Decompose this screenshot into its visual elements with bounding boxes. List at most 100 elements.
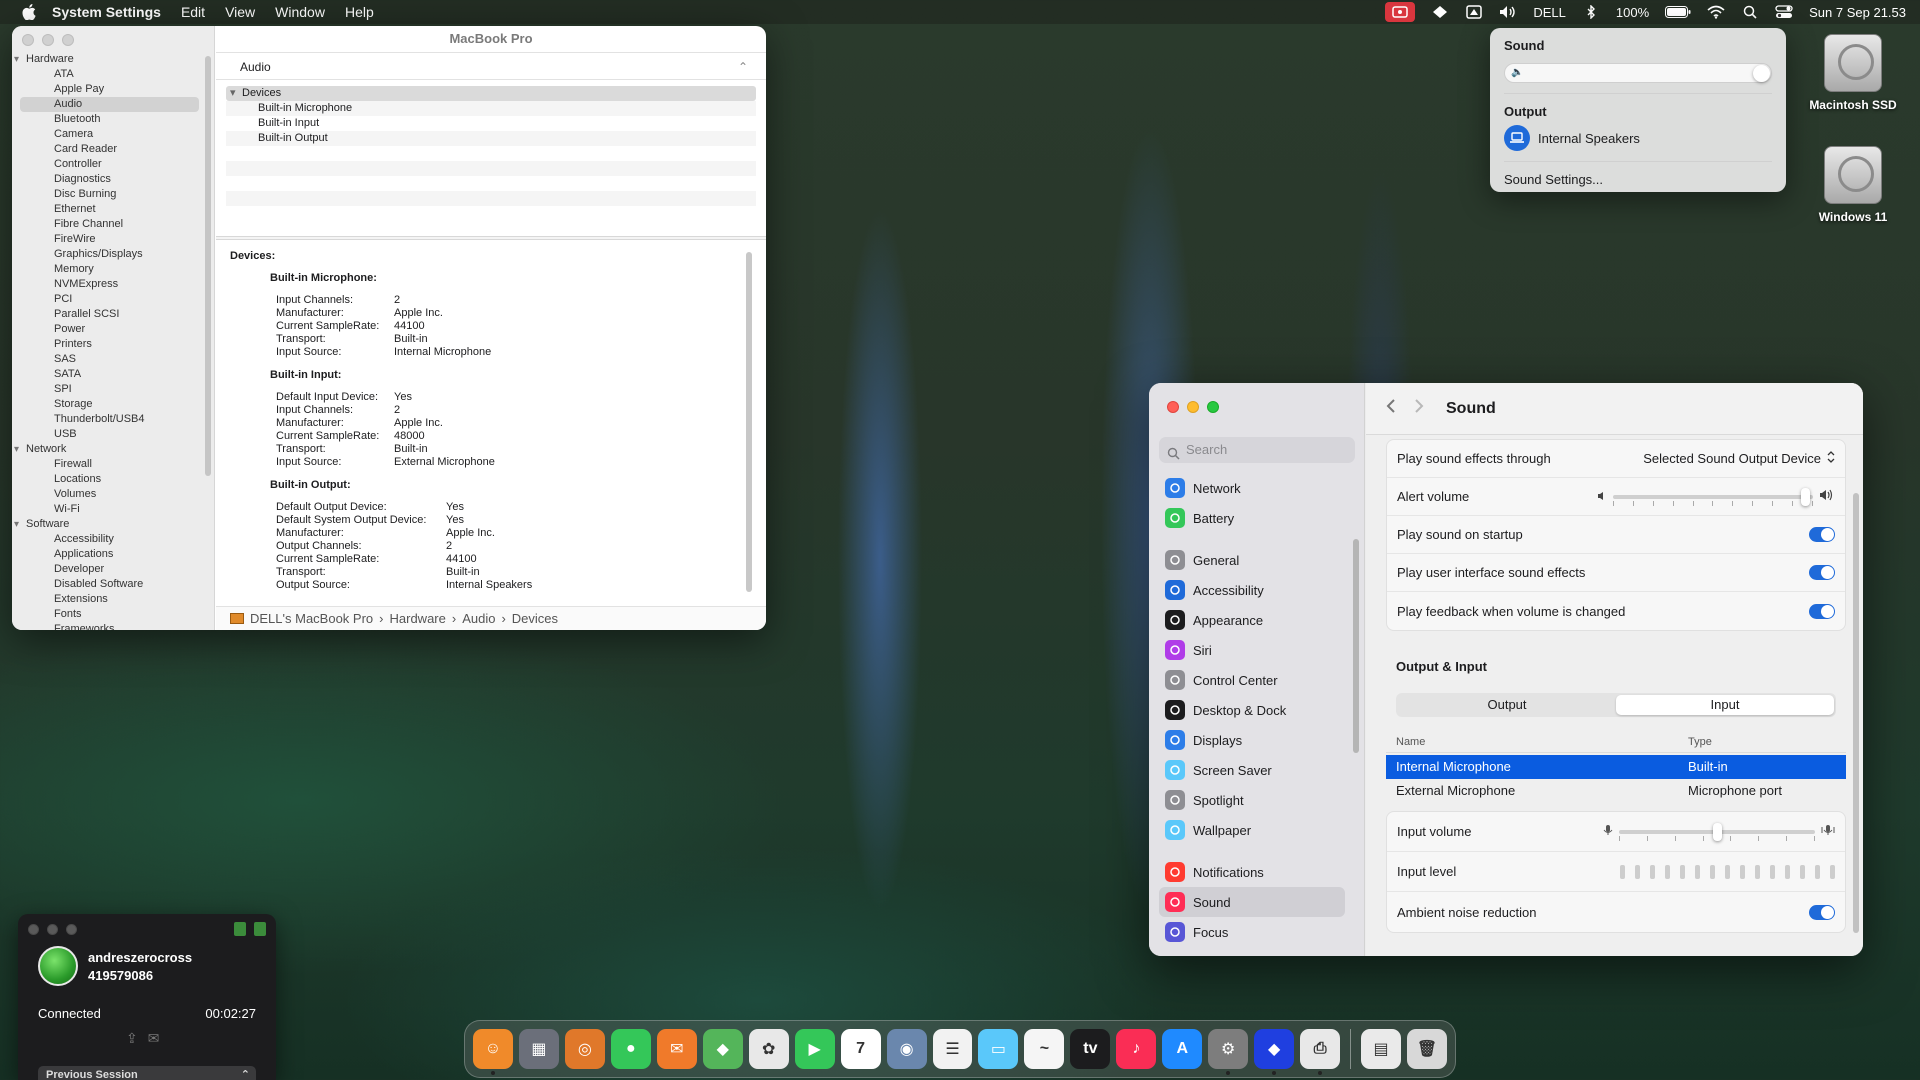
dock-app-facetime[interactable]: ▶	[794, 1029, 835, 1069]
sound-settings-link[interactable]: Sound Settings...	[1504, 172, 1772, 187]
volume-slider[interactable]: 🔈	[1504, 63, 1772, 83]
sidebar-scrollbar[interactable]	[205, 56, 211, 476]
menu-view[interactable]: View	[225, 4, 255, 20]
breadcrumb-item[interactable]: Hardware	[390, 607, 446, 631]
tree-item[interactable]: Card Reader	[12, 142, 205, 157]
dock-app-app-store[interactable]: A	[1162, 1029, 1203, 1069]
device-row-microphone[interactable]: Built-in Microphone	[226, 101, 756, 116]
dock-app-finder[interactable]: ☺	[473, 1029, 513, 1075]
chevron-up-icon[interactable]: ⌃	[738, 53, 748, 81]
file-transfer-icon[interactable]: ⇪	[126, 1030, 138, 1047]
minimize-button[interactable]	[42, 34, 54, 46]
sidebar-item-sound[interactable]: Sound	[1159, 887, 1345, 917]
section-header[interactable]: Audio ⌃	[216, 52, 766, 80]
control-center-icon[interactable]	[1775, 5, 1793, 19]
tree-item[interactable]: Developer	[12, 562, 205, 577]
dock-app-launchpad[interactable]: ▦	[518, 1029, 559, 1069]
tree-item[interactable]: Volumes	[12, 487, 205, 502]
details-scrollbar[interactable]	[746, 252, 752, 592]
sidebar-item-focus[interactable]: Focus	[1159, 917, 1345, 947]
tree-item[interactable]: Firewall	[12, 457, 205, 472]
tree-item[interactable]: Disabled Software	[12, 577, 205, 592]
dock-app-contacts[interactable]: ◉	[886, 1029, 927, 1069]
pane-splitter[interactable]	[216, 236, 766, 240]
tree-item[interactable]: Fonts	[12, 607, 205, 622]
tree-item[interactable]: Disc Burning	[12, 187, 205, 202]
tree-item[interactable]: Storage	[12, 397, 205, 412]
dock-app-maps[interactable]: ◆	[702, 1029, 743, 1069]
sidebar-item-siri[interactable]: Siri	[1159, 635, 1345, 665]
output-device-internal-speakers[interactable]: Internal Speakers	[1504, 125, 1772, 151]
dock-app-reminders[interactable]: ☰	[932, 1029, 973, 1069]
dock-app-trash[interactable]: 🗑	[1407, 1029, 1448, 1069]
menu-clock[interactable]: Sun 7 Sep 21.53	[1809, 5, 1906, 20]
tree-item[interactable]: Audio	[20, 97, 199, 112]
dock-app-freeform[interactable]: ~	[1024, 1029, 1065, 1069]
tree-item[interactable]: Locations	[12, 472, 205, 487]
table-row[interactable]: Internal Microphone Built-in	[1386, 755, 1846, 779]
ui-effects-toggle[interactable]	[1809, 565, 1835, 580]
pane-scrollbar[interactable]	[1853, 493, 1859, 933]
battery-icon[interactable]	[1665, 5, 1691, 19]
sidebar-scrollbar[interactable]	[1353, 539, 1359, 753]
alert-volume-knob[interactable]	[1801, 487, 1810, 506]
tree-item[interactable]: ATA	[12, 67, 205, 82]
volume-slider-knob[interactable]	[1753, 65, 1770, 82]
tree-item[interactable]: Thunderbolt/USB4	[12, 412, 205, 427]
chevron-up-icon[interactable]: ⌃	[241, 1066, 250, 1080]
device-row-output[interactable]: Built-in Output	[226, 131, 756, 146]
tree-item[interactable]: Apple Pay	[12, 82, 205, 97]
display-status-icon[interactable]	[1465, 5, 1483, 19]
sidebar-item-network[interactable]: Network	[1159, 473, 1345, 503]
sidebar-item-desktop-dock[interactable]: Desktop & Dock	[1159, 695, 1345, 725]
menu-edit[interactable]: Edit	[181, 4, 205, 20]
tree-item[interactable]: SAS	[12, 352, 205, 367]
user-name-label[interactable]: DELL	[1533, 5, 1566, 20]
tree-item[interactable]: Wi-Fi	[12, 502, 205, 517]
sidebar-item-accessibility[interactable]: Accessibility	[1159, 575, 1345, 605]
dock-app-music[interactable]: ♪	[1116, 1029, 1157, 1069]
zoom-button[interactable]	[62, 34, 74, 46]
wifi-icon[interactable]	[1707, 5, 1725, 19]
tree-item[interactable]: Extensions	[12, 592, 205, 607]
chat-icon[interactable]	[254, 922, 266, 936]
tree-item[interactable]: SPI	[12, 382, 205, 397]
tree-group-network[interactable]: Network	[12, 442, 205, 457]
dock-app-printer[interactable]: ⎙	[1300, 1029, 1341, 1075]
effects-output-select[interactable]: Selected Sound Output Device	[1643, 451, 1835, 466]
tree-item[interactable]: Accessibility	[12, 532, 205, 547]
breadcrumb-item[interactable]: Audio	[462, 607, 495, 631]
zoom-button[interactable]	[1207, 401, 1219, 413]
tree-item[interactable]: NVMExpress	[12, 277, 205, 292]
screen-record-icon[interactable]	[1385, 2, 1416, 22]
desktop-drive-windows-11[interactable]: Windows 11	[1793, 146, 1913, 224]
startup-sound-toggle[interactable]	[1809, 527, 1835, 542]
input-volume-slider[interactable]	[1619, 822, 1815, 841]
sidebar-item-notifications[interactable]: Notifications	[1159, 857, 1345, 887]
tree-item[interactable]: Fibre Channel	[12, 217, 205, 232]
dock-app-messages[interactable]: ●	[610, 1029, 651, 1069]
sidebar-item-displays[interactable]: Displays	[1159, 725, 1345, 755]
tree-item[interactable]: Controller	[12, 157, 205, 172]
dock-app-photos[interactable]: ✿	[748, 1029, 789, 1069]
search-field[interactable]: Search	[1159, 437, 1355, 463]
menu-help[interactable]: Help	[345, 4, 374, 20]
input-volume-knob[interactable]	[1713, 822, 1722, 841]
alert-volume-slider[interactable]	[1613, 487, 1813, 506]
dock-app-mail[interactable]: ✉	[656, 1029, 697, 1069]
sidebar-item-battery[interactable]: Battery	[1159, 503, 1345, 533]
tree-group-software[interactable]: Software	[12, 517, 205, 532]
tree-item[interactable]: Applications	[12, 547, 205, 562]
tree-item[interactable]: PCI	[12, 292, 205, 307]
sidebar-item-control-center[interactable]: Control Center	[1159, 665, 1345, 695]
previous-session-header[interactable]: Previous Session ⌃	[38, 1066, 256, 1080]
tree-group-hardware[interactable]: Hardware	[12, 52, 205, 67]
lock-icon[interactable]	[234, 922, 246, 936]
close-button[interactable]	[22, 34, 34, 46]
tree-item[interactable]: Memory	[12, 262, 205, 277]
tree-item[interactable]: Diagnostics	[12, 172, 205, 187]
forward-button[interactable]	[1414, 398, 1424, 419]
sidebar-item-wallpaper[interactable]: Wallpaper	[1159, 815, 1345, 845]
dock-app-apple-tv[interactable]: tv	[1070, 1029, 1111, 1069]
noise-reduction-toggle[interactable]	[1809, 904, 1835, 920]
